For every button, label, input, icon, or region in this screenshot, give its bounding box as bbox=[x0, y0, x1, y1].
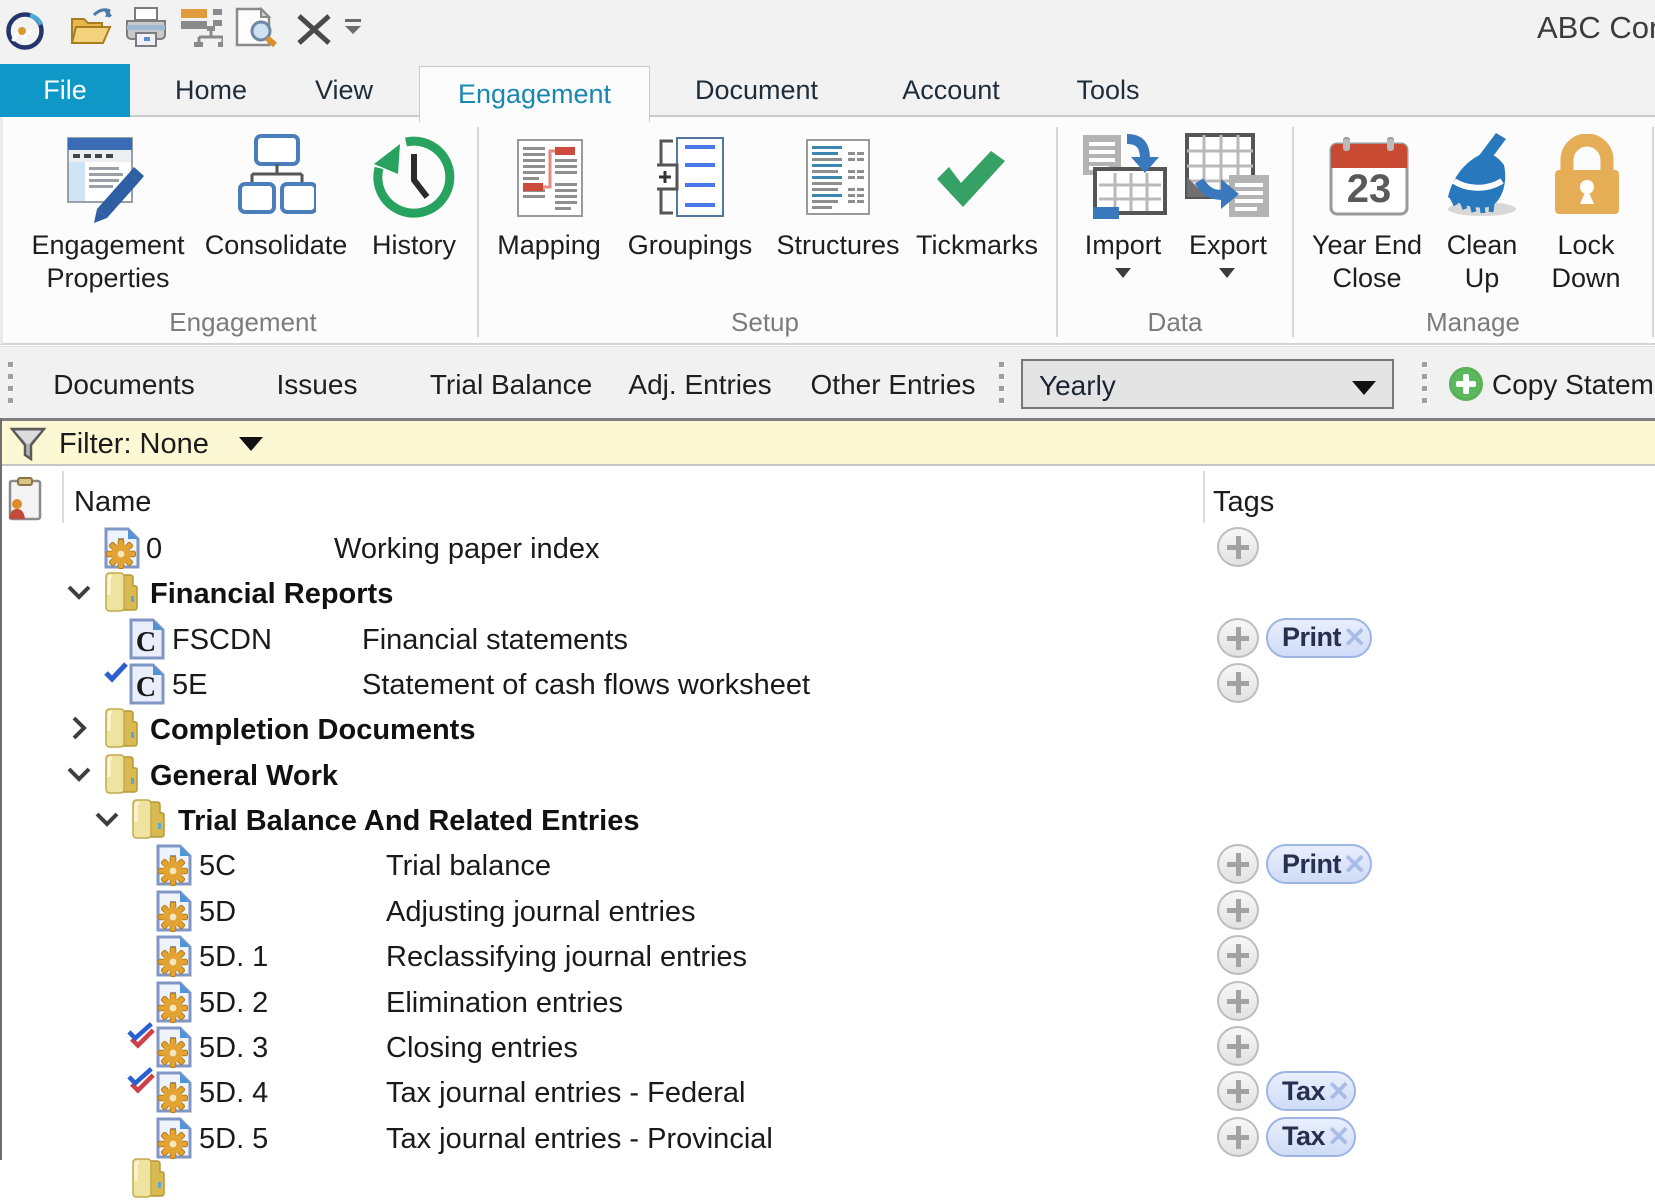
svg-text:23: 23 bbox=[1347, 167, 1392, 211]
svg-text:C: C bbox=[136, 672, 156, 703]
svg-text:C: C bbox=[136, 627, 156, 658]
